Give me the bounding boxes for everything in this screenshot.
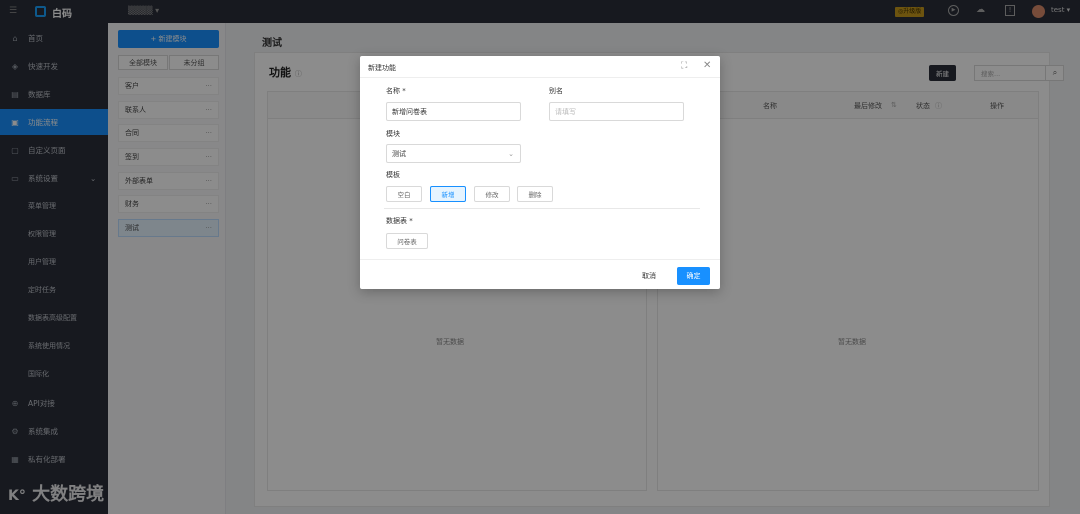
template-blank[interactable]: 空白 — [386, 186, 422, 202]
alias-field[interactable]: 请填写 — [549, 102, 684, 121]
alias-label: 别名 — [549, 87, 563, 95]
template-label: 模板 — [386, 171, 400, 179]
table-chip[interactable]: 问卷表 — [386, 233, 428, 249]
dialog-title: 新建功能 — [368, 64, 396, 72]
name-label: 名称 * — [386, 87, 406, 95]
ok-button[interactable]: 确定 — [677, 267, 710, 285]
module-label: 模块 — [386, 130, 400, 138]
name-field[interactable]: 新增问卷表 — [386, 102, 521, 121]
template-edit[interactable]: 修改 — [474, 186, 510, 202]
dialog-header: 新建功能 ⛶ ✕ — [360, 56, 720, 78]
divider — [384, 208, 700, 209]
table-label: 数据表 * — [386, 217, 413, 225]
module-select[interactable]: 测试 ⌄ — [386, 144, 521, 163]
template-add[interactable]: 新增 — [430, 186, 466, 202]
dialog-footer: 取消 确定 — [360, 259, 720, 289]
close-icon[interactable]: ✕ — [703, 60, 711, 71]
chevron-down-icon: ⌄ — [508, 149, 514, 158]
maximize-icon[interactable]: ⛶ — [681, 61, 687, 71]
template-delete[interactable]: 删除 — [517, 186, 553, 202]
new-function-dialog: 新建功能 ⛶ ✕ 名称 * 别名 新增问卷表 请填写 模块 测试 ⌄ 模板 空白 … — [360, 56, 720, 289]
cancel-button[interactable]: 取消 — [642, 271, 656, 281]
